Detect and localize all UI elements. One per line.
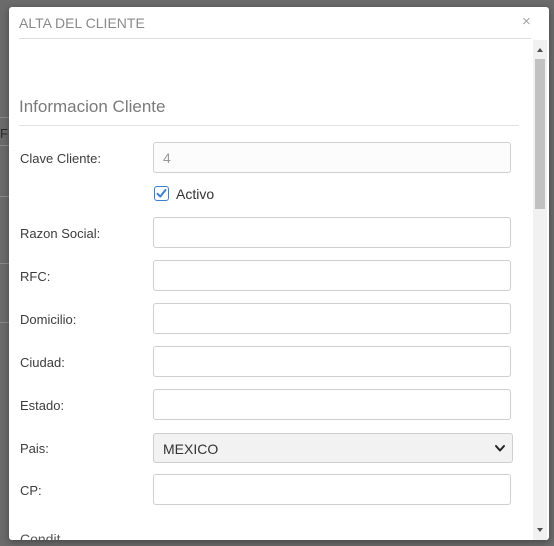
pais-select[interactable]: MEXICO bbox=[153, 433, 513, 463]
scroll-thumb[interactable] bbox=[535, 59, 545, 209]
activo-checkbox[interactable] bbox=[154, 186, 169, 201]
clave-cliente-input[interactable] bbox=[153, 142, 511, 173]
section-divider bbox=[19, 125, 519, 126]
rfc-input[interactable] bbox=[153, 260, 511, 291]
background-text: F bbox=[0, 126, 8, 141]
clave-cliente-label: Clave Cliente: bbox=[20, 151, 101, 166]
razon-social-label: Razon Social: bbox=[20, 226, 101, 241]
check-icon bbox=[156, 189, 167, 198]
razon-social-input[interactable] bbox=[153, 217, 511, 248]
scroll-down-icon[interactable] bbox=[537, 528, 543, 532]
cp-label: CP: bbox=[20, 483, 42, 498]
modal-title: ALTA DEL CLIENTE bbox=[19, 15, 145, 31]
estado-label: Estado: bbox=[20, 398, 65, 413]
chevron-down-icon bbox=[495, 445, 505, 452]
ciudad-input[interactable] bbox=[153, 346, 511, 377]
scroll-up-icon[interactable] bbox=[537, 48, 543, 52]
pais-selected-value: MEXICO bbox=[163, 441, 219, 457]
modal-header: ALTA DEL CLIENTE bbox=[19, 7, 531, 39]
domicilio-input[interactable] bbox=[153, 303, 511, 334]
alta-cliente-modal: ALTA DEL CLIENTE × Informacion Cliente C… bbox=[9, 7, 549, 540]
pais-label: Pais: bbox=[20, 441, 49, 456]
close-icon[interactable]: × bbox=[522, 13, 531, 30]
rfc-label: RFC: bbox=[20, 269, 51, 284]
ciudad-label: Ciudad: bbox=[20, 355, 65, 370]
modal-scrollbar[interactable] bbox=[533, 40, 547, 540]
domicilio-label: Domicilio: bbox=[20, 312, 77, 327]
section-title: Informacion Cliente bbox=[19, 97, 166, 116]
estado-input[interactable] bbox=[153, 389, 511, 420]
next-field-label: Condit bbox=[20, 531, 61, 540]
cp-input[interactable] bbox=[153, 474, 511, 505]
activo-label: Activo bbox=[176, 186, 215, 202]
